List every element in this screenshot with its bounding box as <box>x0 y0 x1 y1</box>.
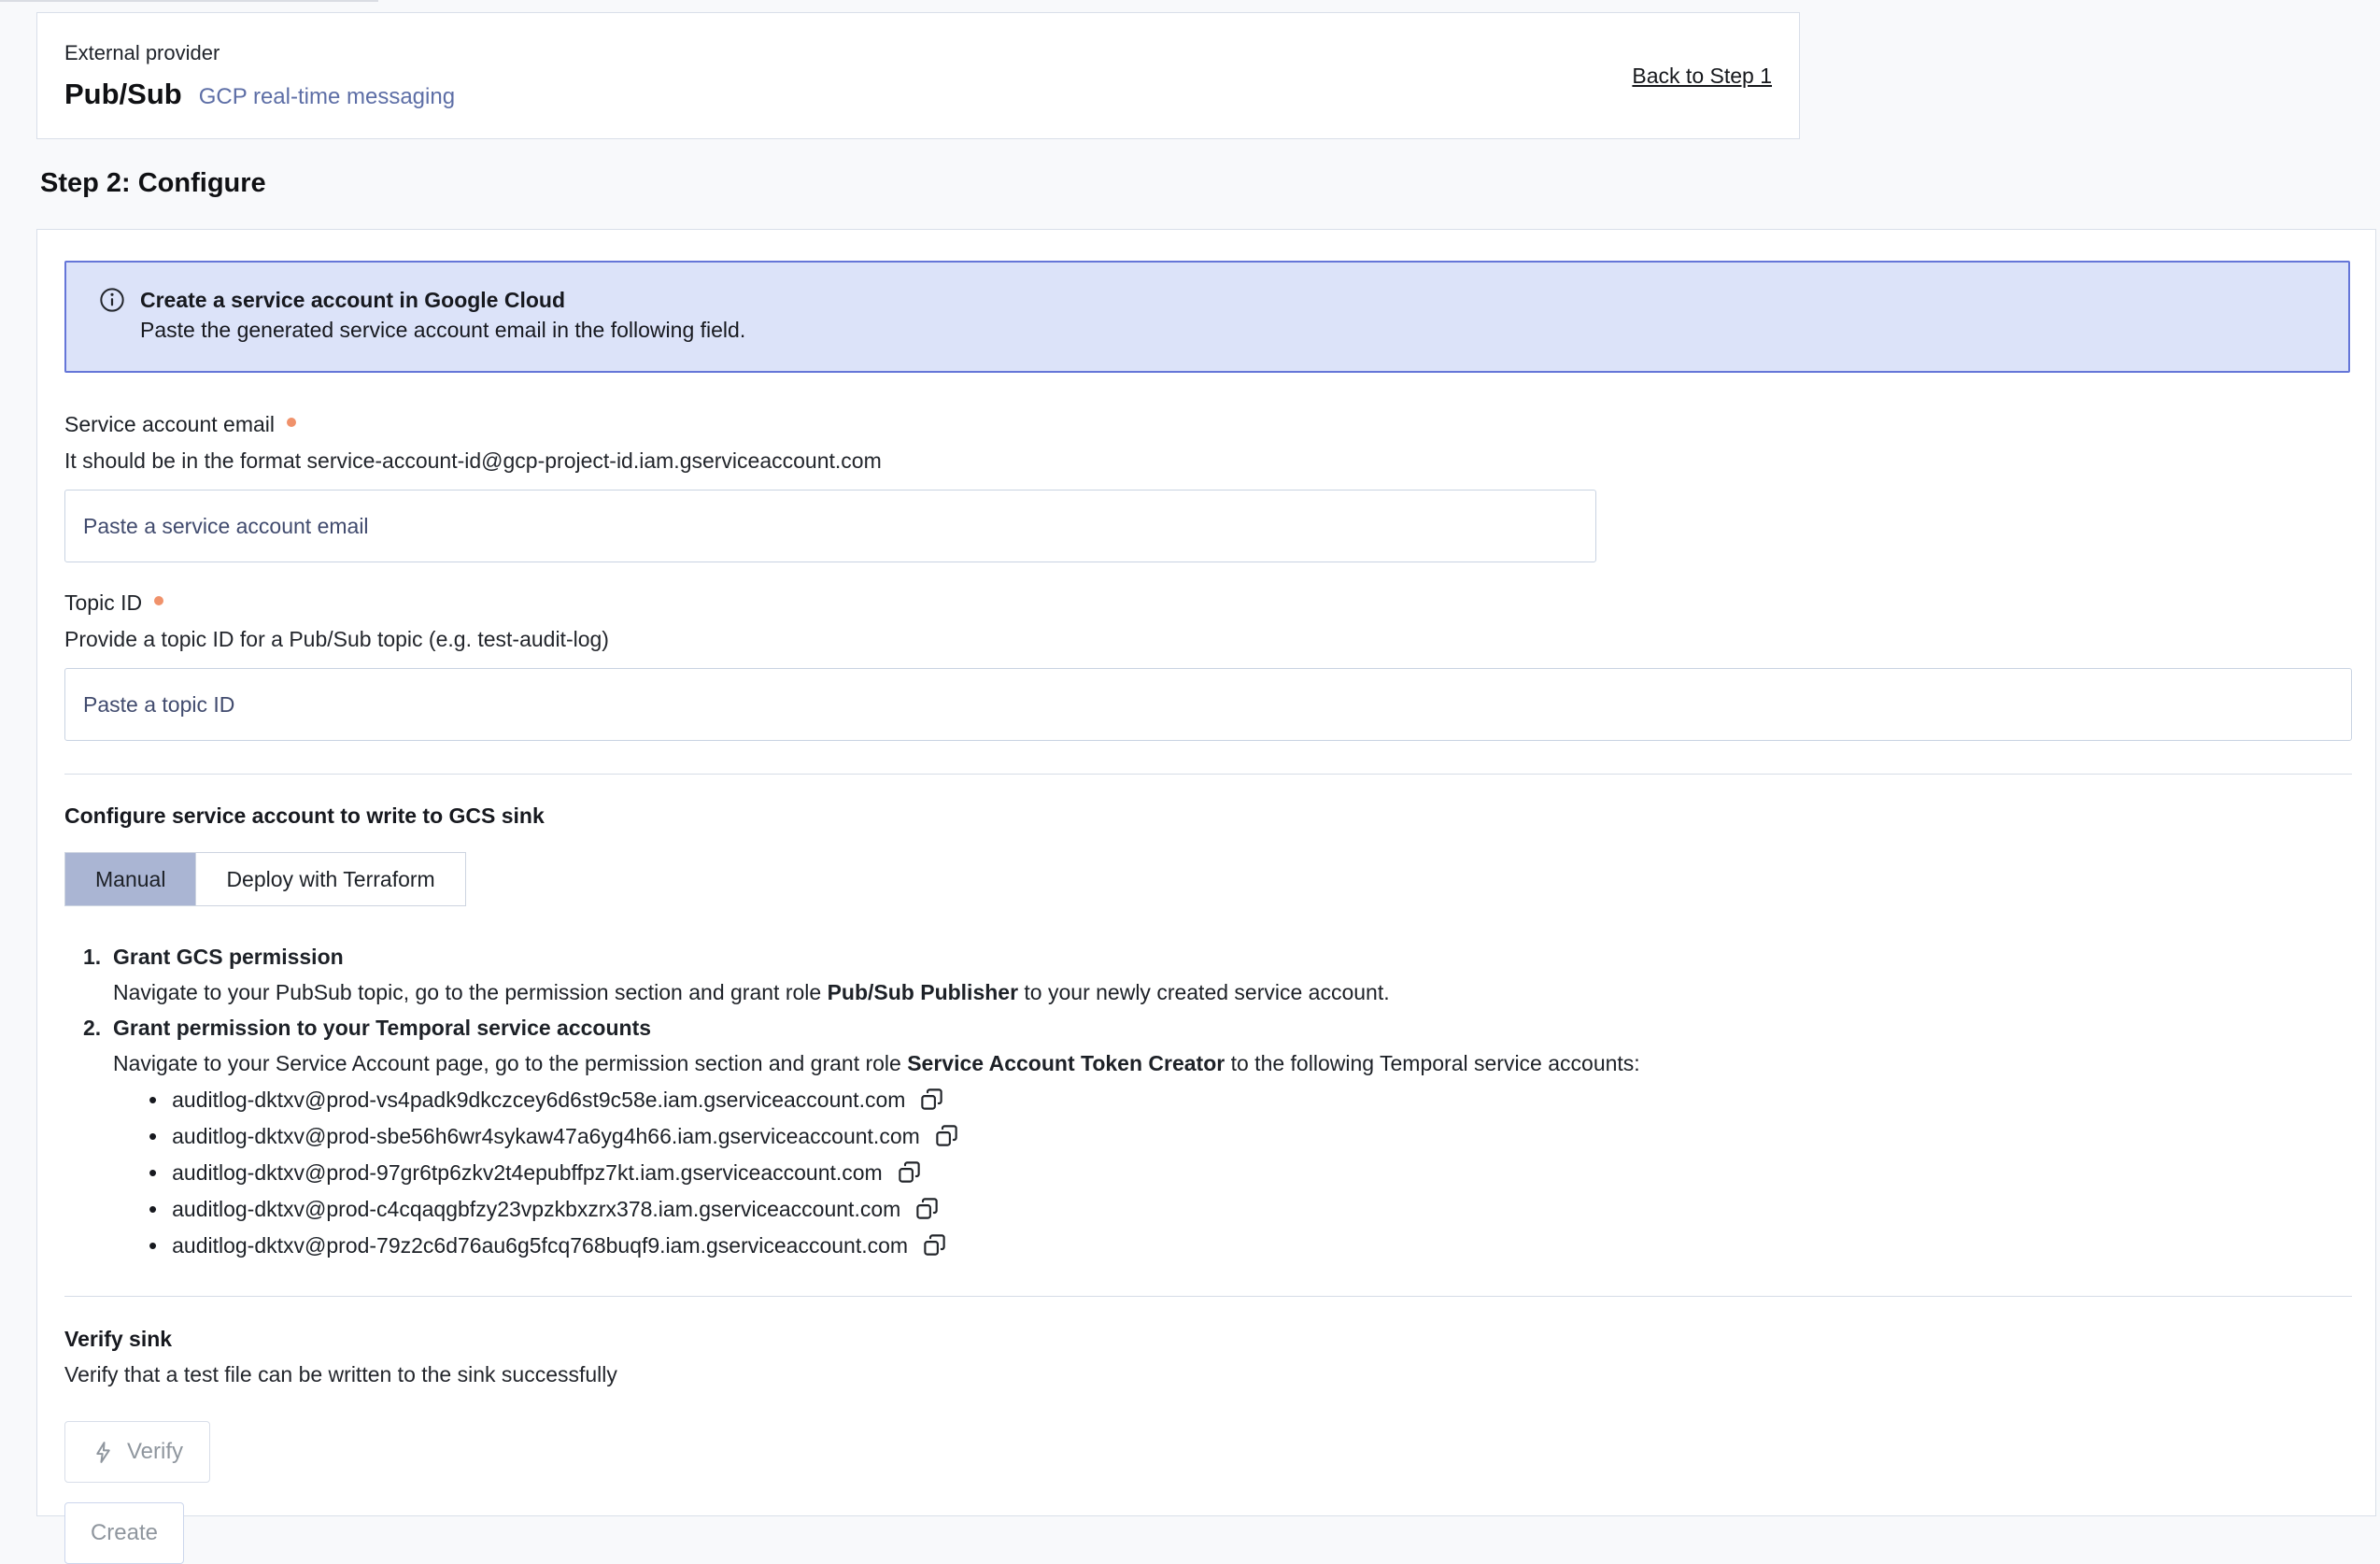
topic-id-label: Topic ID <box>64 590 142 616</box>
top-partial-divider <box>0 0 378 2</box>
manual-steps: 1. Grant GCS permission Navigate to your… <box>64 939 2350 1263</box>
service-account-item: auditlog-dktxv@prod-vs4padk9dkczcey6d6st… <box>149 1081 2350 1117</box>
step-body-text: Navigate to your Service Account page, g… <box>113 1051 907 1075</box>
service-account-email: auditlog-dktxv@prod-c4cqaqgbfzy23vpzkbxz… <box>172 1191 900 1227</box>
tab-manual[interactable]: Manual <box>65 853 195 905</box>
step-body-text: to the following Temporal service accoun… <box>1225 1051 1639 1075</box>
section-divider <box>64 1296 2352 1297</box>
step-heading: Step 2: Configure <box>40 168 266 199</box>
provider-title-row: Pub/Sub GCP real-time messaging <box>64 78 455 111</box>
provider-eyebrow: External provider <box>64 41 455 65</box>
verify-button-label: Verify <box>127 1439 183 1465</box>
create-button-label: Create <box>91 1520 158 1546</box>
step-body-text: to your newly created service account. <box>1018 980 1390 1004</box>
info-alert: Create a service account in Google Cloud… <box>64 261 2350 373</box>
service-account-email-input[interactable] <box>64 490 1596 562</box>
section-divider <box>64 774 2352 775</box>
info-icon <box>99 287 125 318</box>
provider-card: External provider Pub/Sub GCP real-time … <box>36 12 1800 139</box>
service-account-email: auditlog-dktxv@prod-vs4padk9dkczcey6d6st… <box>172 1082 905 1117</box>
step-title: Grant permission to your Temporal servic… <box>113 1010 651 1045</box>
step-number: 2. <box>83 1010 113 1045</box>
service-account-email-helper: It should be in the format service-accou… <box>64 448 2350 474</box>
field-label-row: Service account email <box>64 412 2350 437</box>
field-label-row: Topic ID <box>64 590 2350 616</box>
verify-button-row: Verify <box>64 1387 2350 1483</box>
alert-text: Create a service account in Google Cloud… <box>140 285 745 345</box>
tab-deploy-with-terraform[interactable]: Deploy with Terraform <box>195 853 464 905</box>
provider-subtitle: GCP real-time messaging <box>199 84 455 110</box>
step-body: Navigate to your PubSub topic, go to the… <box>113 974 2350 1010</box>
required-dot <box>154 596 163 605</box>
service-account-item: auditlog-dktxv@prod-97gr6tp6zkv2t4epubff… <box>149 1154 2350 1190</box>
step-body: Navigate to your Service Account page, g… <box>113 1045 2350 1081</box>
topic-id-helper: Provide a topic ID for a Pub/Sub topic (… <box>64 627 2350 652</box>
service-account-email-label: Service account email <box>64 412 275 437</box>
service-account-list: auditlog-dktxv@prod-vs4padk9dkczcey6d6st… <box>149 1081 2350 1263</box>
service-account-item: auditlog-dktxv@prod-sbe56h6wr4sykaw47a6y… <box>149 1117 2350 1154</box>
step-grant-gcs-permission: 1. Grant GCS permission Navigate to your… <box>64 939 2350 1010</box>
service-account-item: auditlog-dktxv@prod-79z2c6d76au6g5fcq768… <box>149 1227 2350 1263</box>
verify-sink-description: Verify that a test file can be written t… <box>64 1362 2350 1387</box>
copy-icon[interactable] <box>914 1196 940 1221</box>
step-grant-temporal-permission: 2. Grant permission to your Temporal ser… <box>64 1010 2350 1263</box>
topic-id-input[interactable] <box>64 668 2352 741</box>
verify-button[interactable]: Verify <box>64 1421 210 1483</box>
provider-title: Pub/Sub <box>64 78 182 111</box>
configure-sink-heading: Configure service account to write to GC… <box>64 803 2350 829</box>
service-account-email: auditlog-dktxv@prod-sbe56h6wr4sykaw47a6y… <box>172 1118 920 1154</box>
step-title: Grant GCS permission <box>113 939 344 974</box>
create-button[interactable]: Create <box>64 1502 184 1564</box>
alert-body: Paste the generated service account emai… <box>140 315 745 345</box>
zap-icon <box>92 1441 115 1464</box>
sink-config-tabs: Manual Deploy with Terraform <box>64 852 466 906</box>
service-account-item: auditlog-dktxv@prod-c4cqaqgbfzy23vpzkbxz… <box>149 1190 2350 1227</box>
service-account-email: auditlog-dktxv@prod-79z2c6d76au6g5fcq768… <box>172 1228 908 1263</box>
step-number: 1. <box>83 939 113 974</box>
topic-id-group: Topic ID Provide a topic ID for a Pub/Su… <box>64 590 2350 741</box>
step-title-row: 2. Grant permission to your Temporal ser… <box>83 1010 2350 1045</box>
copy-icon[interactable] <box>897 1159 922 1185</box>
verify-sink-heading: Verify sink <box>64 1327 2350 1352</box>
back-to-step-1-link[interactable]: Back to Step 1 <box>1632 64 1772 89</box>
step-body-text: Navigate to your PubSub topic, go to the… <box>113 980 828 1004</box>
service-account-email: auditlog-dktxv@prod-97gr6tp6zkv2t4epubff… <box>172 1155 883 1190</box>
required-dot <box>287 418 296 427</box>
alert-title: Create a service account in Google Cloud <box>140 285 745 315</box>
step-title-row: 1. Grant GCS permission <box>83 939 2350 974</box>
service-account-email-group: Service account email It should be in th… <box>64 412 2350 562</box>
provider-info: External provider Pub/Sub GCP real-time … <box>64 41 455 111</box>
configure-card: Create a service account in Google Cloud… <box>36 229 2376 1516</box>
copy-icon[interactable] <box>919 1087 944 1112</box>
copy-icon[interactable] <box>922 1232 947 1258</box>
step-body-role: Service Account Token Creator <box>907 1051 1225 1075</box>
step-body-role: Pub/Sub Publisher <box>828 980 1018 1004</box>
copy-icon[interactable] <box>934 1123 959 1148</box>
